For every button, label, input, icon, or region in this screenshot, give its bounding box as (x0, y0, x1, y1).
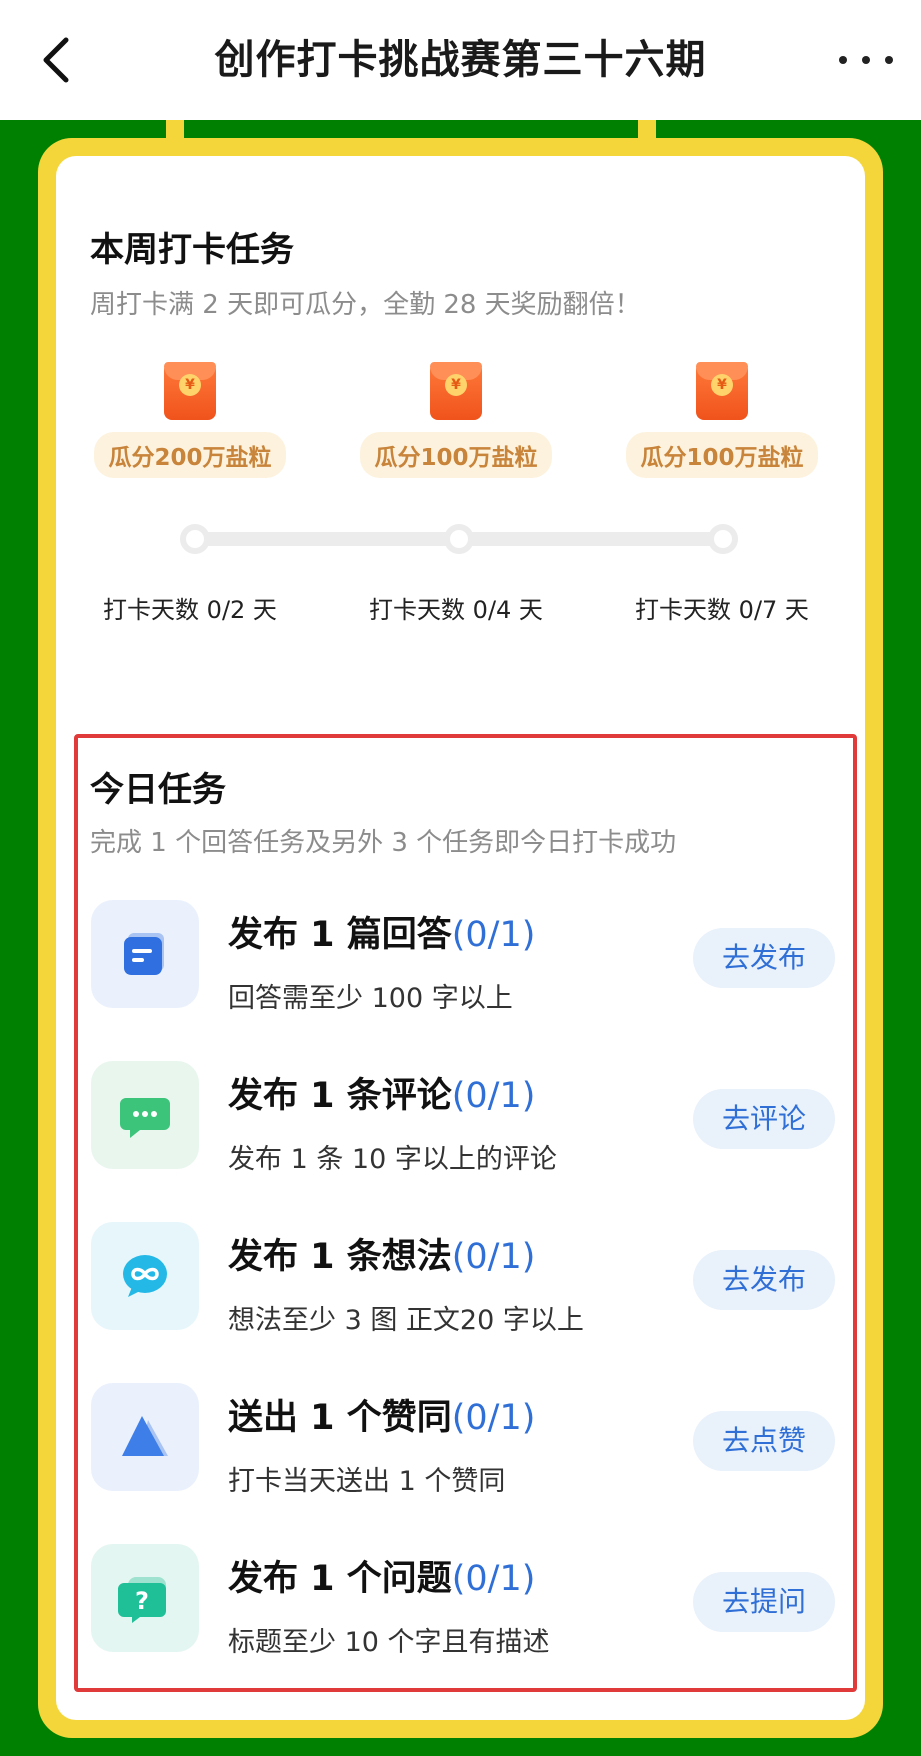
task-progress-count: (0/1) (451, 1559, 536, 1599)
task-upvote: 送出 1 个赞同(0/1) 打卡当天送出 1 个赞同 去点赞 (0, 1383, 921, 1523)
task-title: 发布 1 个问题(0/1) (228, 1559, 536, 1599)
task-idea: 发布 1 条想法(0/1) 想法至少 3 图 正文20 字以上 去发布 (0, 1222, 921, 1362)
today-subtitle: 完成 1 个回答任务及另外 3 个任务即今日打卡成功 (90, 828, 677, 858)
reward-label: 瓜分200万盐粒 (94, 432, 286, 478)
more-dot-icon (839, 56, 847, 64)
task-description: 回答需至少 100 字以上 (228, 983, 513, 1014)
task-icon-box: ? (91, 1544, 199, 1652)
more-options-button[interactable] (839, 40, 893, 80)
task-icon-box (91, 1383, 199, 1491)
task-progress-count: (0/1) (451, 1237, 536, 1277)
publish-answer-button[interactable]: 去发布 (693, 928, 835, 988)
svg-text:?: ? (135, 1587, 149, 1615)
task-description: 标题至少 10 个字且有描述 (228, 1627, 550, 1658)
task-comment: 发布 1 条评论(0/1) 发布 1 条 10 字以上的评论 去评论 (0, 1061, 921, 1201)
task-title: 发布 1 条评论(0/1) (228, 1076, 536, 1116)
upvote-button[interactable]: 去点赞 (693, 1411, 835, 1471)
task-description: 想法至少 3 图 正文20 字以上 (228, 1305, 584, 1336)
red-envelope-icon: ¥ (164, 362, 216, 420)
check-in-days-2: 打卡天数 0/4 天 (369, 596, 543, 624)
task-title: 发布 1 篇回答(0/1) (228, 915, 536, 955)
chevron-left-icon (43, 37, 69, 83)
comment-bubble-icon (120, 1098, 170, 1138)
task-progress-count: (0/1) (451, 915, 536, 955)
task-progress-count: (0/1) (451, 1398, 536, 1438)
task-icon-box (91, 900, 199, 1008)
task-icon-box (91, 1061, 199, 1169)
weekly-title: 本周打卡任务 (90, 230, 294, 270)
reward-item-3: ¥ 瓜分100万盐粒 (622, 362, 822, 478)
document-icon (124, 933, 164, 975)
red-envelope-icon: ¥ (430, 362, 482, 420)
idea-bubble-icon (123, 1255, 167, 1297)
reward-label: 瓜分100万盐粒 (360, 432, 552, 478)
check-in-days-1: 打卡天数 0/2 天 (103, 596, 277, 624)
upvote-triangle-icon (122, 1416, 168, 1456)
red-envelope-icon: ¥ (696, 362, 748, 420)
back-button[interactable] (30, 28, 94, 92)
progress-node (444, 524, 474, 554)
top-bar: 创作打卡挑战赛第三十六期 (0, 0, 921, 120)
reward-item-1: ¥ 瓜分200万盐粒 (90, 362, 290, 478)
page-title: 创作打卡挑战赛第三十六期 (214, 37, 707, 83)
task-answer: 发布 1 篇回答(0/1) 回答需至少 100 字以上 去发布 (0, 900, 921, 1040)
task-title: 发布 1 条想法(0/1) (228, 1237, 536, 1277)
task-description: 打卡当天送出 1 个赞同 (228, 1466, 506, 1497)
task-description: 发布 1 条 10 字以上的评论 (228, 1144, 557, 1175)
more-dot-icon (862, 56, 870, 64)
reward-label: 瓜分100万盐粒 (626, 432, 818, 478)
task-question: ? 发布 1 个问题(0/1) 标题至少 10 个字且有描述 去提问 (0, 1544, 921, 1684)
progress-node (708, 524, 738, 554)
question-icon: ? (118, 1577, 166, 1623)
task-icon-box (91, 1222, 199, 1330)
today-title: 今日任务 (90, 770, 226, 810)
weekly-subtitle: 周打卡满 2 天即可瓜分，全勤 28 天奖励翻倍！ (90, 290, 641, 320)
reward-item-2: ¥ 瓜分100万盐粒 (356, 362, 556, 478)
ask-question-button[interactable]: 去提问 (693, 1572, 835, 1632)
post-comment-button[interactable]: 去评论 (693, 1089, 835, 1149)
task-progress-count: (0/1) (451, 1076, 536, 1116)
check-in-days-3: 打卡天数 0/7 天 (635, 596, 809, 624)
publish-idea-button[interactable]: 去发布 (693, 1250, 835, 1310)
task-title: 送出 1 个赞同(0/1) (228, 1398, 536, 1438)
progress-node (180, 524, 210, 554)
more-dot-icon (885, 56, 893, 64)
